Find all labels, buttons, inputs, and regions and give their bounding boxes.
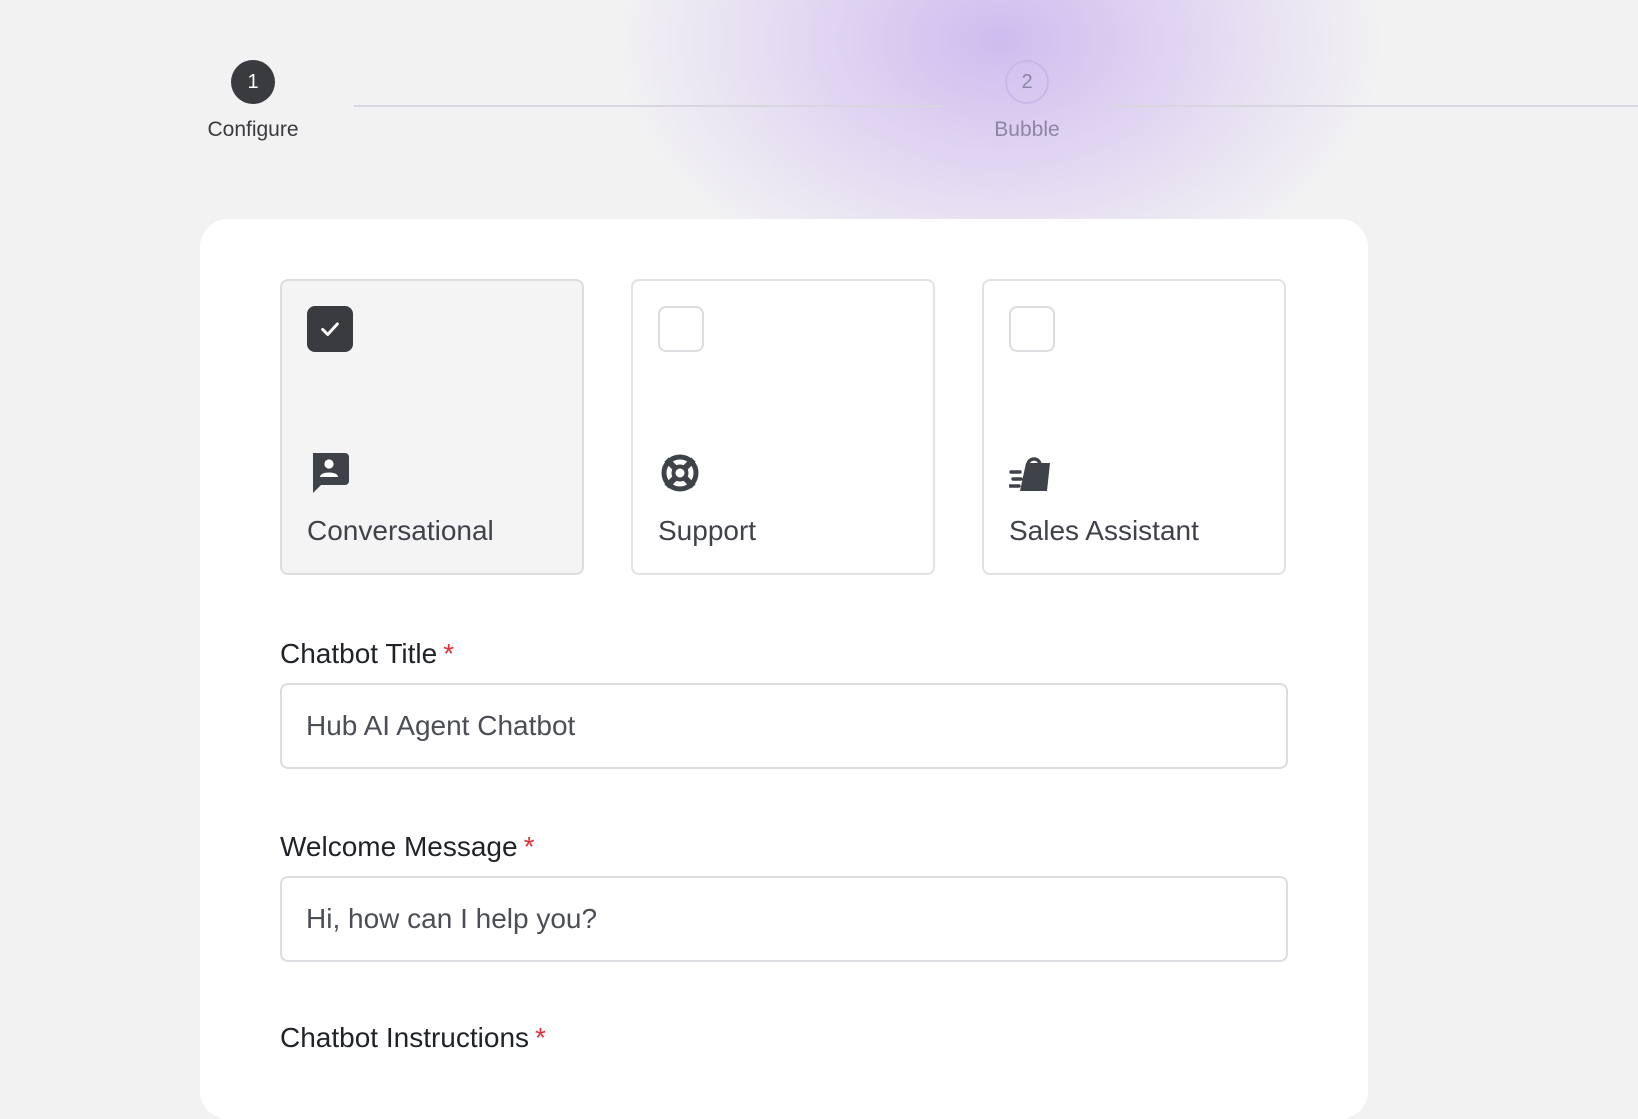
stepper: 1 Configure 2 Bubble — [0, 0, 1638, 200]
step-label: Configure — [207, 118, 299, 141]
chatbot-title-input[interactable] — [280, 683, 1288, 769]
fast-shopping-bag-icon — [1009, 457, 1050, 491]
required-mark: * — [535, 1022, 546, 1053]
welcome-message-label: Welcome Message * — [280, 831, 534, 863]
chatbot-type-support[interactable]: Support — [631, 279, 935, 575]
step-bubble[interactable]: 2 Bubble — [957, 60, 1097, 142]
chatbot-type-sales-assistant[interactable]: Sales Assistant — [982, 279, 1286, 575]
lifebuoy-icon — [661, 454, 699, 492]
field-label-text: Chatbot Title — [280, 638, 438, 669]
chat-person-icon — [313, 453, 349, 493]
field-label-text: Chatbot Instructions — [280, 1022, 530, 1053]
tile-checkbox[interactable] — [658, 306, 704, 352]
field-label-text: Welcome Message — [280, 831, 518, 862]
check-icon — [321, 322, 339, 336]
tile-checkbox[interactable] — [1009, 306, 1055, 352]
step-configure[interactable]: 1 Configure — [183, 60, 323, 142]
step-connector — [354, 105, 942, 107]
chatbot-type-conversational[interactable]: Conversational — [280, 279, 584, 575]
chatbot-title-label: Chatbot Title * — [280, 638, 454, 670]
required-mark: * — [443, 638, 455, 669]
step-number-badge: 2 — [1005, 60, 1049, 104]
required-mark: * — [523, 831, 535, 862]
welcome-message-input[interactable] — [280, 876, 1288, 962]
step-number-badge: 1 — [231, 60, 275, 104]
tile-label: Conversational — [307, 515, 494, 546]
tile-label: Sales Assistant — [1009, 515, 1199, 546]
chatbot-type-selector: Conversational Support Sales Assistant — [280, 279, 1288, 575]
step-connector — [1113, 105, 1638, 107]
tile-label: Support — [658, 515, 757, 546]
configure-card: Conversational Support Sales Assistant C… — [200, 219, 1368, 1119]
step-label: Bubble — [994, 118, 1060, 141]
chatbot-instructions-label: Chatbot Instructions * — [280, 1022, 546, 1054]
tile-checkbox[interactable] — [307, 306, 353, 352]
